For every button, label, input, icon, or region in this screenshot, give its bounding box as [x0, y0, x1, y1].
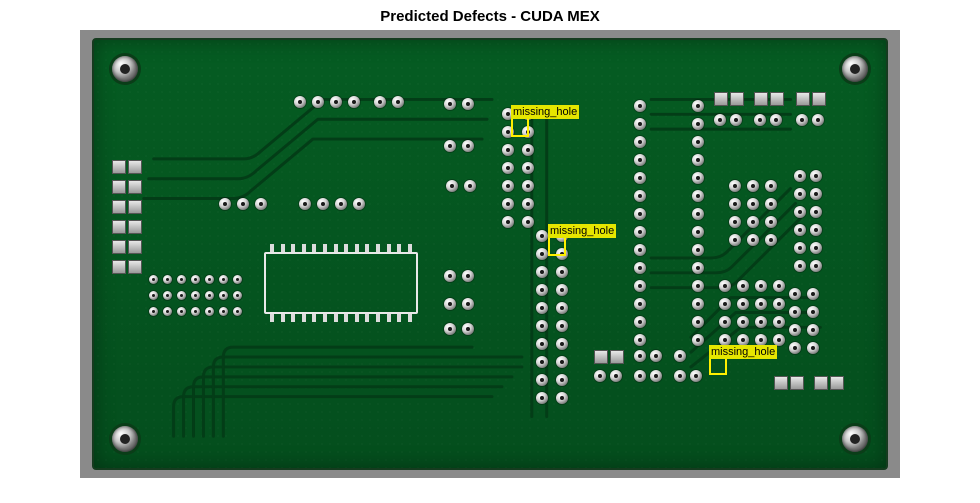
pcb-pad	[112, 260, 126, 274]
pcb-pad	[128, 160, 142, 174]
image-axes: /* decorative only */	[80, 30, 900, 478]
mounting-hole	[112, 426, 138, 452]
pcb-pad	[462, 140, 474, 152]
pcb-pad	[112, 160, 126, 174]
mounting-hole	[112, 56, 138, 82]
pcb-board: /* decorative only */	[92, 38, 888, 470]
pcb-pad	[128, 180, 142, 194]
pcb-pad	[128, 220, 142, 234]
pcb-pad	[444, 323, 456, 335]
pcb-pad	[128, 240, 142, 254]
pcb-pad	[112, 180, 126, 194]
figure-window: Predicted Defects - CUDA MEX	[0, 0, 980, 503]
pcb-pad	[112, 220, 126, 234]
pcb-pad	[444, 298, 456, 310]
pcb-pad	[112, 200, 126, 214]
pcb-pad	[444, 98, 456, 110]
pcb-pad	[462, 323, 474, 335]
pcb-pad	[464, 180, 476, 192]
pcb-pad	[444, 140, 456, 152]
pcb-pad	[112, 240, 126, 254]
detection-bbox: missing_hole	[709, 357, 727, 375]
figure-title: Predicted Defects - CUDA MEX	[0, 8, 980, 25]
pcb-pad	[128, 200, 142, 214]
pcb-pad	[462, 270, 474, 282]
pcb-pad	[446, 180, 458, 192]
pcb-pad	[462, 298, 474, 310]
pcb-pad	[444, 270, 456, 282]
mounting-hole	[842, 426, 868, 452]
detection-label: missing_hole	[709, 345, 777, 359]
ic-chip-outline	[264, 252, 418, 314]
pcb-pad	[128, 260, 142, 274]
pad-grid	[149, 275, 259, 330]
pcb-pad	[462, 98, 474, 110]
mounting-hole	[842, 56, 868, 82]
